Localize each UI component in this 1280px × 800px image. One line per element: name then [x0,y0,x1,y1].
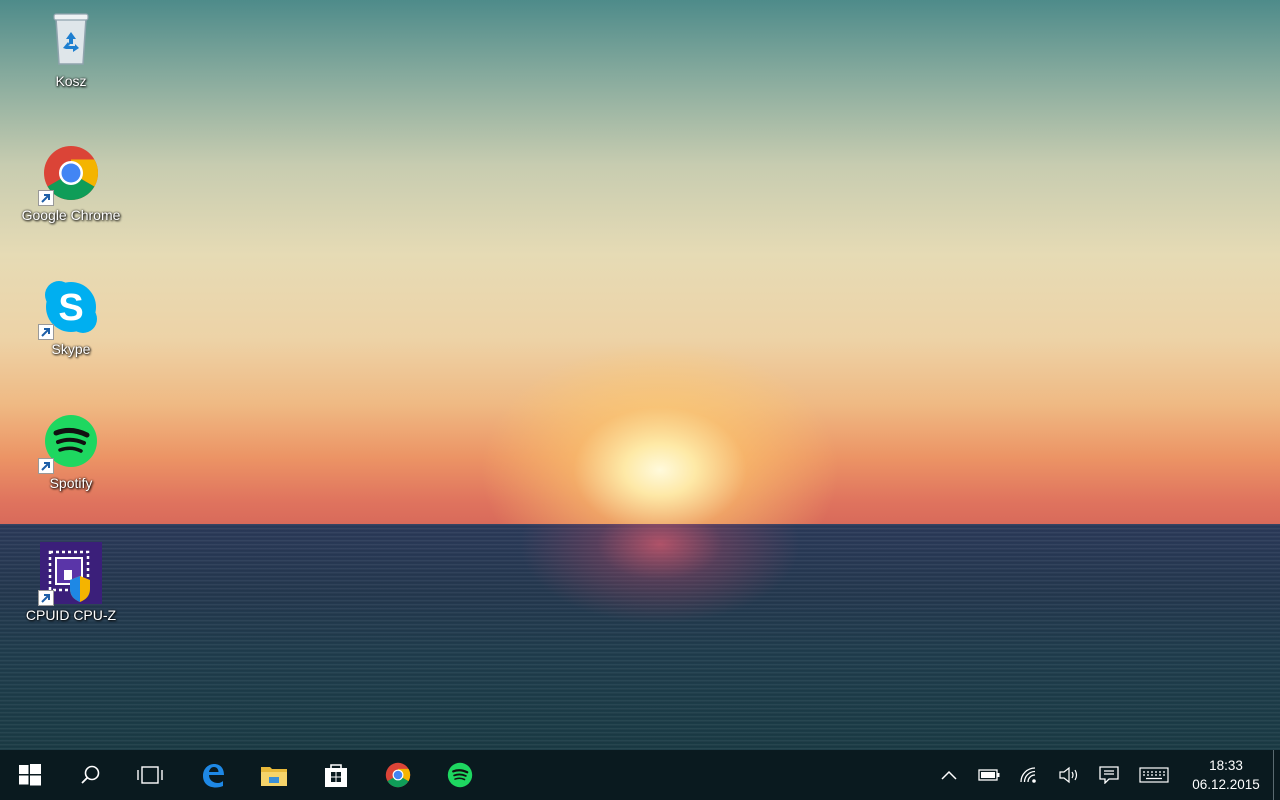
show-desktop-button[interactable] [1273,750,1280,800]
spotify-icon [38,410,102,474]
battery-icon [978,769,1000,781]
chrome-icon [385,762,411,788]
taskbar-edge[interactable] [183,750,243,800]
wifi-icon [1020,767,1036,783]
chrome-icon [38,142,102,206]
file-explorer-icon [261,767,287,786]
keyboard-icon [1139,767,1169,783]
search-icon [81,765,100,784]
task-view-icon [137,766,163,784]
volume-icon [1059,766,1078,784]
touch-keyboard-button[interactable] [1134,750,1174,800]
shortcut-arrow-icon [38,458,54,474]
clock-date: 06.12.2015 [1192,777,1260,792]
desktop-icon-label: CPUID CPU-Z [25,607,117,623]
desktop-icon-spotify[interactable]: Spotify [10,410,132,491]
taskbar-store[interactable] [306,750,366,800]
shortcut-arrow-icon [38,190,54,206]
start-icon [19,764,41,786]
battery-button[interactable] [969,750,1009,800]
desktop-icon-google-chrome[interactable]: Google Chrome [10,142,132,223]
svg-text:S: S [58,287,83,329]
task-view-button[interactable] [120,750,180,800]
shortcut-arrow-icon [38,324,54,340]
desktop-icon-label: Kosz [55,73,87,89]
taskbar-spotify[interactable] [430,750,490,800]
action-center-button[interactable] [1089,750,1129,800]
start-button[interactable] [0,750,60,800]
taskbar-chrome[interactable] [368,750,428,800]
spotify-icon [447,762,473,788]
clock-time: 18:33 [1209,758,1243,773]
action-center-icon [1099,766,1119,784]
show-hidden-icons-button[interactable] [929,750,969,800]
edge-icon [203,764,224,788]
chevron-up-icon [941,770,957,780]
wallpaper-sea [0,524,1280,750]
desktop-icon-skype[interactable]: S Skype [10,276,132,357]
network-button[interactable] [1009,750,1049,800]
store-icon [325,764,347,787]
desktop-icon-label: Spotify [49,475,93,491]
desktop: Kosz Google Chrome S Skype Spotify CPUID… [0,0,1280,750]
desktop-icon-label: Google Chrome [21,207,121,223]
desktop-icon-recycle-bin[interactable]: Kosz [10,8,132,89]
desktop-icon-label: Skype [51,341,91,357]
search-button[interactable] [60,750,120,800]
recycle-bin-icon [40,8,102,70]
taskbar-file-explorer[interactable] [244,750,304,800]
desktop-icon-cpuid-cpu-z[interactable]: CPUID CPU-Z [10,542,132,623]
clock[interactable]: 18:33 06.12.2015 [1184,750,1268,800]
shortcut-arrow-icon [38,590,54,606]
volume-button[interactable] [1049,750,1089,800]
cpu-z-icon [38,542,102,606]
taskbar: 18:33 06.12.2015 [0,750,1280,800]
skype-icon: S [38,276,102,340]
